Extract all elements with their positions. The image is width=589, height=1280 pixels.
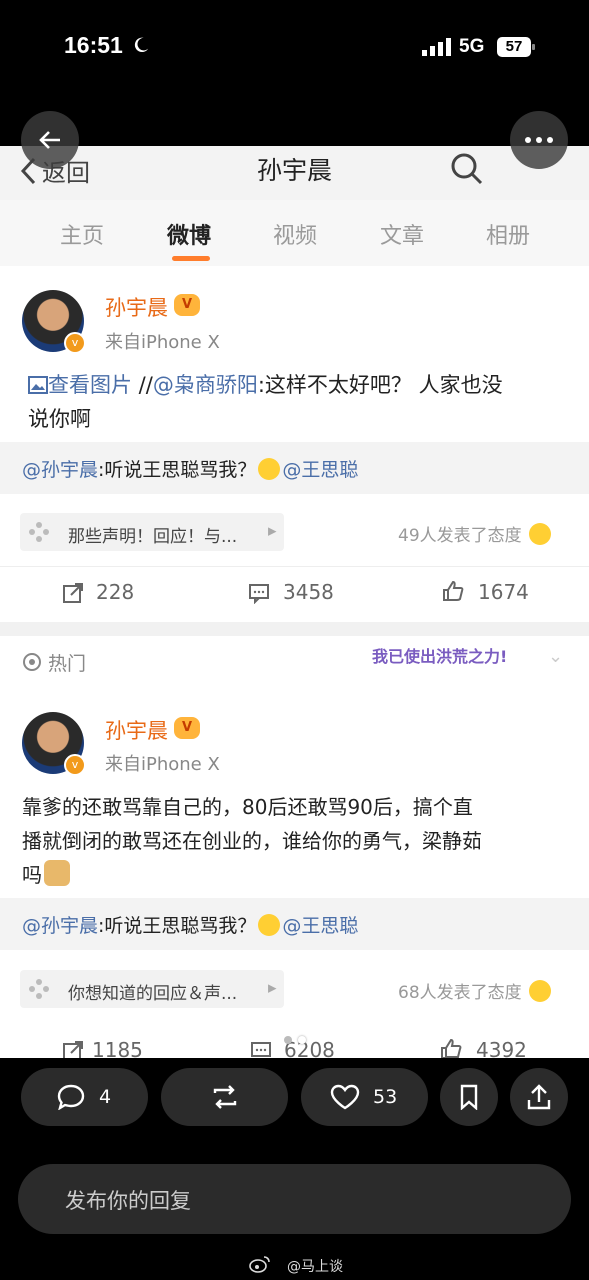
post-text-line1: :这样不太好吧？ 人家也没	[257, 373, 503, 397]
post-text-line2: 播就倒闭的敢骂还在创业的，谁给你的勇气，梁静茹	[22, 829, 482, 853]
chat-bubble-icon	[57, 1084, 85, 1110]
like-count: 4392	[476, 1038, 527, 1058]
repost-mention: @孙宇晨	[22, 459, 99, 481]
more-button[interactable]	[510, 111, 568, 169]
like-count-label: 53	[373, 1086, 398, 1108]
repost-text: @孙宇晨:听说王思聪骂我？ @王思聪	[22, 911, 358, 938]
repost-content: :听说王思聪骂我？	[98, 915, 257, 937]
reactions-text: 68人发表了态度	[398, 983, 522, 1003]
repost-button[interactable]	[161, 1068, 288, 1126]
topic-text: 你想知道的回应＆声...	[68, 984, 238, 1004]
chevron-right-icon: ▸	[268, 521, 277, 541]
thumbs-up-icon	[443, 580, 464, 601]
thumbs-up-icon	[441, 1038, 462, 1058]
moon-icon	[134, 37, 149, 53]
like-count: 1674	[478, 580, 529, 604]
weibo-tabs: 主页 微博 视频 文章 相册	[0, 200, 589, 266]
share-icon	[63, 1041, 83, 1058]
battery-level: 57	[505, 38, 523, 55]
network-label: 5G	[459, 36, 485, 57]
sparkle-icon	[29, 979, 49, 999]
weibo-logo-icon	[249, 1256, 270, 1273]
tab-underline	[172, 256, 210, 261]
status-time: 16:51	[64, 32, 123, 58]
tab-home: 主页	[60, 224, 105, 249]
repost-mention-2: @王思聪	[282, 915, 359, 937]
smile-emoji-icon	[258, 914, 281, 936]
tab-video: 视频	[273, 224, 318, 249]
sticker-text: 我已使出洪荒之力!	[372, 647, 508, 666]
reactions-text: 49人发表了态度	[398, 526, 522, 546]
mention-link: @枭商骄阳	[152, 373, 258, 397]
pager-dot	[284, 1036, 292, 1044]
topic-chip: 你想知道的回应＆声... ▸	[20, 970, 284, 1008]
pager-dot-active	[298, 1036, 306, 1044]
share-button[interactable]	[510, 1068, 568, 1126]
post-source: 来自iPhone X	[105, 754, 220, 775]
post-text-line1: 靠爹的还敢骂靠自己的，80后还敢骂90后，搞个直	[22, 795, 473, 819]
arrow-left-icon	[39, 131, 60, 149]
post-text-line2: 说你啊	[28, 407, 91, 431]
divider	[0, 566, 589, 567]
member-badge-icon: V	[174, 294, 200, 316]
tab-weibo: 微博	[167, 224, 212, 249]
bookmark-button[interactable]	[440, 1068, 498, 1126]
signal-icon	[422, 38, 451, 56]
bookmark-icon	[460, 1084, 478, 1110]
tab-albums: 相册	[486, 224, 531, 249]
post-username: 孙宇晨	[105, 296, 168, 320]
comment-count-label: 4	[99, 1086, 112, 1108]
share-count: 228	[96, 580, 135, 604]
post-text: 靠爹的还敢骂靠自己的，80后还敢骂90后，搞个直 播就倒闭的敢骂还在创业的，谁给…	[22, 790, 582, 892]
sparkle-icon	[29, 522, 49, 542]
watermark: @马上谈	[287, 1259, 343, 1275]
search-icon	[451, 153, 483, 185]
repost-icon	[213, 1085, 237, 1109]
post-text-line3: 吗	[22, 863, 42, 887]
smile-emoji-icon	[258, 458, 281, 480]
repost-text: @孙宇晨:听说王思聪骂我？ @王思聪	[22, 455, 358, 482]
chevron-down-icon: ⌄	[548, 646, 564, 667]
share-icon	[63, 583, 83, 603]
section-divider	[0, 622, 589, 636]
comment-button[interactable]: 4	[21, 1068, 148, 1126]
topic-chip: 那些声明！回应！与... ▸	[20, 513, 284, 551]
reply-placeholder: 发布你的回复	[65, 1189, 191, 1213]
back-button[interactable]	[21, 111, 79, 169]
comment-icon	[251, 1042, 271, 1057]
repost-mention-2: @王思聪	[282, 459, 359, 481]
hot-label: 热门	[48, 653, 87, 675]
verified-badge: v	[64, 332, 86, 354]
location-hot-icon	[23, 653, 41, 671]
laugh-emoji-icon	[529, 980, 552, 1002]
post-text: 查看图片 //@枭商骄阳:这样不太好吧？ 人家也没 说你啊	[28, 368, 588, 436]
verified-badge: v	[64, 754, 86, 776]
reactions-count: 49人发表了态度	[398, 521, 553, 546]
like-button[interactable]: 53	[301, 1068, 428, 1126]
more-icon	[525, 137, 553, 143]
heart-icon	[330, 1084, 360, 1110]
upload-share-icon	[527, 1084, 551, 1110]
repost-block: @孙宇晨:听说王思聪骂我？ @王思聪	[0, 898, 589, 950]
tab-articles: 文章	[380, 224, 425, 249]
repost-block: @孙宇晨:听说王思聪骂我？ @王思聪	[0, 442, 589, 494]
view-images-link: 查看图片	[48, 373, 132, 397]
post-source: 来自iPhone X	[105, 332, 220, 353]
repost-content: :听说王思聪骂我？	[98, 459, 257, 481]
laugh-emoji-icon	[529, 523, 552, 545]
post-username: 孙宇晨	[105, 719, 168, 743]
chevron-right-icon: ▸	[268, 978, 277, 998]
comment-icon	[249, 584, 269, 604]
member-badge-icon: V	[174, 717, 200, 739]
weibo-profile-title: 孙宇晨	[256, 156, 332, 185]
weibo-screenshot: 返回 孙宇晨 主页 微博 视频 文章 相册 v 孙宇晨 V 来自iPhone X…	[0, 146, 589, 1058]
topic-text: 那些声明！回应！与...	[68, 527, 238, 547]
reactions-count: 68人发表了态度	[398, 978, 553, 1003]
repost-slashes: //	[132, 373, 153, 397]
image-icon	[28, 376, 48, 394]
repost-mention: @孙宇晨	[22, 915, 99, 937]
doge-emoji-icon	[44, 860, 70, 886]
comment-count: 3458	[283, 580, 334, 604]
share-count: 1185	[92, 1038, 143, 1058]
